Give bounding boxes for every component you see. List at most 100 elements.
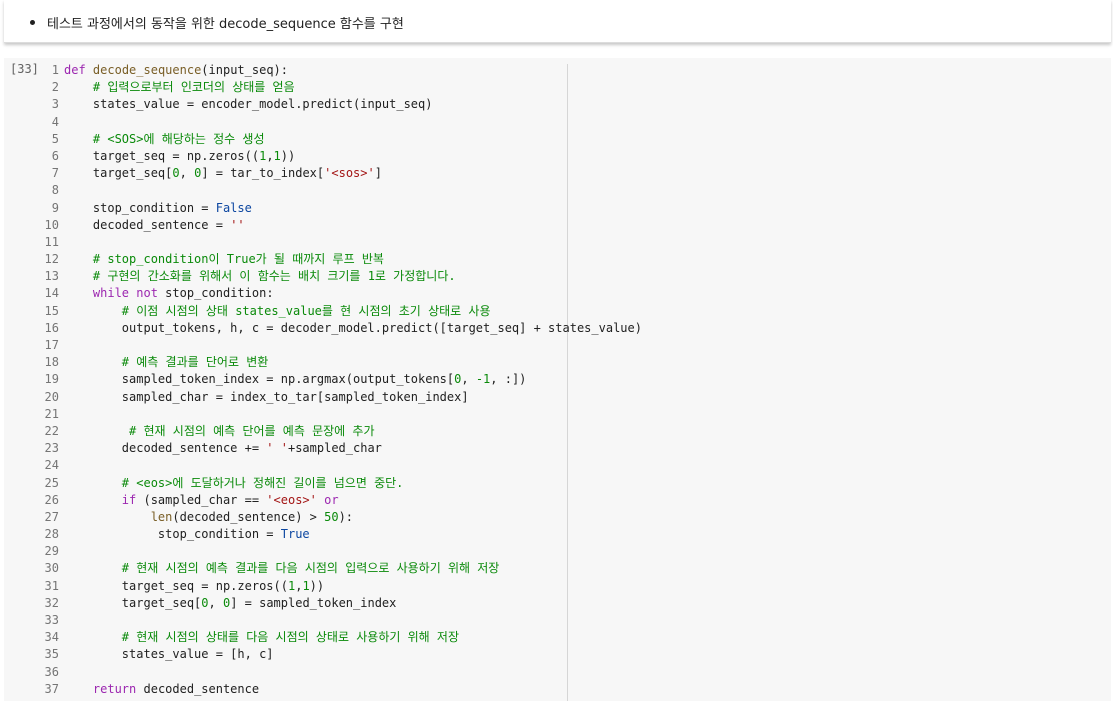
code-token: ,: [179, 166, 195, 181]
line-number: 34: [44, 630, 59, 645]
code-line: 36: [32, 664, 1102, 681]
code-line: 31 target_seq = np.zeros((1,1)): [32, 578, 1102, 595]
code-text: target_seq[0, 0] = tar_to_index['<sos>']: [64, 165, 382, 182]
code-token: False: [215, 200, 252, 215]
code-editor[interactable]: 1 def decode_sequence(input_seq): 2 # 입력으로…: [32, 62, 1102, 698]
line-number: 22: [44, 423, 59, 438]
line-number: 35: [44, 647, 59, 662]
code-line: 15 # 이점 시점의 상태 states_value를 현 시점의 초기 상태…: [32, 303, 1102, 320]
code-text: states_value = encoder_model.predict(inp…: [64, 96, 433, 113]
code-line: 29: [32, 543, 1102, 560]
code-token: while: [92, 286, 130, 301]
code-token: 1: [302, 578, 310, 593]
line-number: 21: [44, 406, 59, 421]
code-text: output_tokens, h, c = decoder_model.pred…: [64, 320, 642, 337]
code-token: # 이점 시점의 상태 states_value를 현 시점의 초기 상태로 사…: [121, 303, 491, 318]
code-text: return decoded_sentence: [64, 681, 259, 698]
bullet-item: 테스트 과정에서의 동작을 위한 decode_sequence 함수를 구현: [30, 12, 404, 32]
code-token: True: [280, 527, 310, 542]
line-number: 11: [44, 234, 59, 249]
code-token: (sampled_char ==: [136, 492, 267, 507]
line-number: 7: [51, 166, 59, 181]
code-token: # <eos>에 도달하거나 정해진 길이를 넘으면 중단.: [121, 475, 404, 490]
code-token: states_value = encoder_model.predict(inp…: [92, 97, 433, 112]
bullet-dot: [30, 19, 35, 25]
code-line: 13 # 구현의 간소화를 위해서 이 함수는 배치 크기를 1로 가정합니다.: [32, 268, 1102, 285]
code-line: 35 states_value = [h, c]: [32, 646, 1102, 663]
code-token: sampled_char = index_to_tar[sampled_toke…: [121, 389, 469, 404]
line-number: 31: [44, 578, 59, 593]
code-token: (input_seq):: [201, 63, 288, 77]
code-text: # 현재 시점의 예측 결과를 다음 시점의 입력으로 사용하기 위해 저장: [64, 560, 500, 577]
code-token: stop_condition =: [157, 527, 281, 542]
text-cell[interactable]: 테스트 과정에서의 동작을 위한 decode_sequence 함수를 구현: [4, 0, 1111, 43]
code-token: # 입력으로부터 인코더의 상태를 얻음: [92, 80, 295, 95]
line-number: 16: [44, 320, 59, 335]
line-number: 2: [51, 80, 59, 95]
code-line: 1 def decode_sequence(input_seq):: [32, 62, 1102, 79]
code-token: , :]): [490, 372, 527, 387]
code-token: output_tokens, h, c = decoder_model.pred…: [121, 320, 642, 335]
code-token: )): [280, 148, 296, 163]
line-number: 17: [44, 338, 59, 352]
code-token: )): [309, 578, 325, 593]
code-line: 34 # 현재 시점의 상태를 다음 시점의 상태로 사용하기 위해 저장: [32, 629, 1102, 646]
code-token: ] = tar_to_index[: [201, 166, 325, 181]
code-line: 18 # 예측 결과를 단어로 변환: [32, 354, 1102, 371]
code-line: 24: [32, 457, 1102, 474]
code-token: +sampled_char: [287, 441, 382, 456]
code-token: not: [136, 286, 158, 301]
code-text: # <eos>에 도달하거나 정해진 길이를 넘으면 중단.: [64, 475, 404, 492]
code-text: def decode_sequence(input_seq):: [64, 62, 288, 79]
code-token: target_seq[: [121, 595, 202, 610]
code-token: len: [150, 509, 173, 524]
code-text: stop_condition = True: [64, 526, 310, 543]
code-line: 33: [32, 612, 1102, 629]
code-text: decoded_sentence = '': [64, 217, 245, 234]
code-token: decode_sequence: [92, 63, 202, 77]
code-text: if (sampled_char == '<eos>' or: [64, 492, 339, 509]
code-token: # 현재 시점의 예측 단어를 예측 문장에 추가: [129, 423, 375, 438]
code-text: # 예측 결과를 단어로 변환: [64, 354, 269, 371]
code-token: target_seq = np.zeros((: [121, 578, 288, 593]
code-token: -1: [475, 372, 491, 387]
code-text: states_value = [h, c]: [64, 646, 274, 663]
line-number: 24: [44, 458, 59, 473]
line-number: 4: [51, 114, 59, 129]
code-token: or: [324, 492, 339, 507]
line-number: 25: [44, 475, 59, 490]
code-token: # 현재 시점의 상태를 다음 시점의 상태로 사용하기 위해 저장: [121, 630, 460, 645]
line-number: 6: [51, 148, 59, 163]
bullet-text: 테스트 과정에서의 동작을 위한 decode_sequence 함수를 구현: [47, 16, 404, 32]
code-line: 8: [32, 182, 1102, 199]
code-line: 2 # 입력으로부터 인코더의 상태를 얻음: [32, 79, 1102, 96]
line-number: 28: [44, 527, 59, 542]
code-token: # 구현의 간소화를 위해서 이 함수는 배치 크기를 1로 가정합니다.: [92, 269, 456, 284]
line-number: 12: [44, 252, 59, 267]
code-line: 4: [32, 114, 1102, 131]
line-number: 23: [44, 441, 59, 456]
code-token: states_value = [h, c]: [121, 647, 274, 662]
code-token: return: [92, 681, 137, 696]
line-number: 13: [44, 269, 59, 284]
code-text: # 현재 시점의 상태를 다음 시점의 상태로 사용하기 위해 저장: [64, 629, 459, 646]
code-line: 22 # 현재 시점의 예측 단어를 예측 문장에 추가: [32, 423, 1102, 440]
code-cell[interactable]: [33] 1 def decode_sequence(input_seq): 2 #…: [4, 58, 1111, 701]
code-text: sampled_char = index_to_tar[sampled_toke…: [64, 389, 469, 406]
code-token: decoded_sentence =: [92, 217, 231, 232]
code-token: 1: [273, 148, 281, 163]
line-number: 37: [44, 681, 59, 696]
